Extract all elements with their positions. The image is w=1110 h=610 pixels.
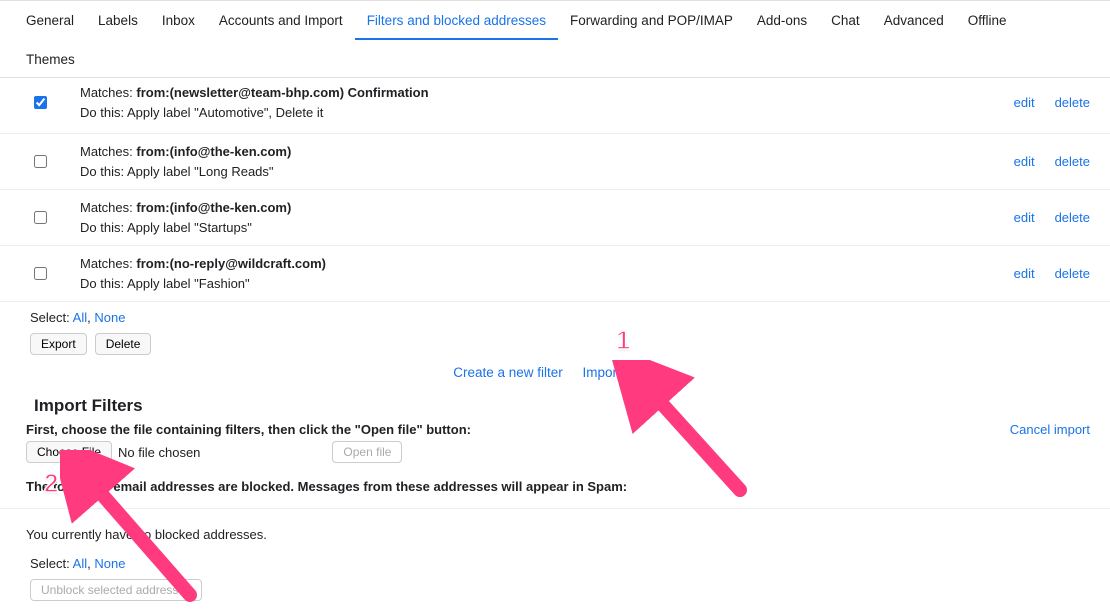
matches-label: Matches: (80, 85, 136, 100)
filter-edit-link[interactable]: edit (1014, 95, 1035, 110)
import-filters-link[interactable]: Import filters (583, 365, 657, 380)
filter-action-text: Do this: Apply label "Long Reads" (80, 162, 1014, 182)
tab-forwarding-and-pop-imap[interactable]: Forwarding and POP/IMAP (558, 1, 745, 40)
tab-chat[interactable]: Chat (819, 1, 872, 40)
tab-add-ons[interactable]: Add-ons (745, 1, 819, 40)
blocked-select-row: Select: All, None (0, 550, 1110, 575)
cancel-import-link[interactable]: Cancel import (1010, 422, 1090, 437)
blocked-select-all-link[interactable]: All (73, 556, 87, 571)
filter-description: Matches: from:(info@the-ken.com) Do this:… (80, 198, 1014, 237)
filter-row: Matches: from:(info@the-ken.com) Do this:… (0, 134, 1110, 190)
import-filters-heading: Import Filters (0, 386, 1110, 422)
blocked-empty-msg: You currently have no blocked addresses. (0, 509, 1110, 550)
matches-label: Matches: (80, 200, 136, 215)
filter-edit-link[interactable]: edit (1014, 154, 1035, 169)
filter-delete-link[interactable]: delete (1055, 210, 1090, 225)
filter-row: Matches: from:(no-reply@wildcraft.com) Do… (0, 246, 1110, 302)
filter-row: Matches: from:(info@the-ken.com) Do this:… (0, 190, 1110, 246)
no-file-chosen-text: No file chosen (118, 445, 200, 460)
filter-checkbox[interactable] (34, 155, 47, 168)
filter-description: Matches: from:(info@the-ken.com) Do this:… (80, 142, 1014, 181)
select-label: Select: (30, 310, 70, 325)
matches-label: Matches: (80, 144, 136, 159)
filter-checkbox[interactable] (34, 267, 47, 280)
filter-edit-link[interactable]: edit (1014, 266, 1035, 281)
filters-list: Matches: from:(newsletter@team-bhp.com) … (0, 78, 1110, 302)
open-file-button: Open file (332, 441, 402, 463)
unblock-selected-button: Unblock selected addresses (30, 579, 202, 601)
tab-inbox[interactable]: Inbox (150, 1, 207, 40)
blocked-select-label: Select: (30, 556, 70, 571)
filter-action-text: Do this: Apply label "Fashion" (80, 274, 1014, 294)
filter-description: Matches: from:(no-reply@wildcraft.com) Do… (80, 254, 1014, 293)
matches-label: Matches: (80, 256, 136, 271)
matches-value: from:(newsletter@team-bhp.com) Confirmat… (136, 85, 428, 100)
tab-advanced[interactable]: Advanced (872, 1, 956, 40)
select-all-link[interactable]: All (73, 310, 87, 325)
import-filters-row: First, choose the file containing filter… (0, 422, 1110, 469)
filter-delete-link[interactable]: delete (1055, 154, 1090, 169)
filters-select-row: Select: All, None (0, 302, 1110, 329)
filter-center-links: Create a new filter Import filters (0, 355, 1110, 386)
filter-delete-link[interactable]: delete (1055, 95, 1090, 110)
blocked-heading: The following email addresses are blocke… (0, 469, 1110, 509)
matches-value: from:(info@the-ken.com) (136, 200, 291, 215)
tab-accounts-and-import[interactable]: Accounts and Import (207, 1, 355, 40)
tab-general[interactable]: General (14, 1, 86, 40)
tab-offline[interactable]: Offline (956, 1, 1019, 40)
tab-themes[interactable]: Themes (14, 40, 87, 77)
choose-file-button[interactable]: Choose File (26, 441, 112, 463)
import-instruction: First, choose the file containing filter… (26, 422, 1010, 437)
matches-value: from:(info@the-ken.com) (136, 144, 291, 159)
export-button[interactable]: Export (30, 333, 87, 355)
filter-checkbox[interactable] (34, 96, 47, 109)
filter-action-text: Do this: Apply label "Startups" (80, 218, 1014, 238)
tab-labels[interactable]: Labels (86, 1, 150, 40)
matches-value: from:(no-reply@wildcraft.com) (136, 256, 326, 271)
filter-action-text: Do this: Apply label "Automotive", Delet… (80, 103, 1014, 123)
filter-row: Matches: from:(newsletter@team-bhp.com) … (0, 78, 1110, 134)
select-none-link[interactable]: None (94, 310, 125, 325)
settings-tabs: GeneralLabelsInboxAccounts and ImportFil… (0, 0, 1110, 78)
filter-description: Matches: from:(newsletter@team-bhp.com) … (80, 83, 1014, 122)
create-filter-link[interactable]: Create a new filter (453, 365, 563, 380)
delete-button[interactable]: Delete (95, 333, 152, 355)
filter-checkbox[interactable] (34, 211, 47, 224)
blocked-select-none-link[interactable]: None (94, 556, 125, 571)
tab-filters-and-blocked-addresses[interactable]: Filters and blocked addresses (355, 1, 558, 40)
filter-edit-link[interactable]: edit (1014, 210, 1035, 225)
filter-delete-link[interactable]: delete (1055, 266, 1090, 281)
filters-button-row: Export Delete (0, 329, 1110, 355)
